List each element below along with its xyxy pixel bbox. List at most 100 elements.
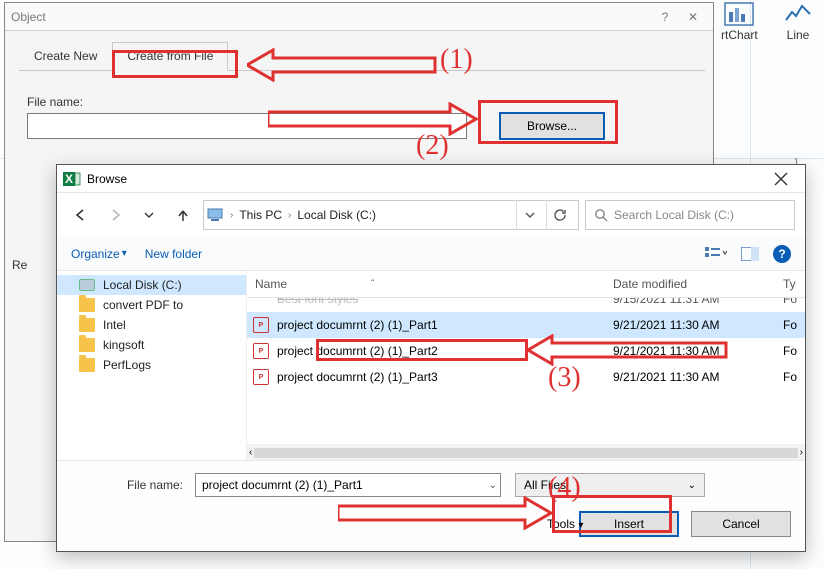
chevron-right-icon: › <box>230 210 233 221</box>
file-row[interactable]: project documrnt (2) (1)_Part1 9/21/2021… <box>247 312 805 338</box>
scroll-right-icon[interactable]: › <box>800 447 803 458</box>
column-type[interactable]: Ty <box>775 271 805 297</box>
nav-row: › This PC › Local Disk (C:) Search Local… <box>57 193 805 237</box>
scroll-left-icon[interactable]: ‹ <box>249 447 252 458</box>
object-tabs: Create New Create from File <box>19 41 705 71</box>
sidebar-item-label: Local Disk (C:) <box>103 278 182 292</box>
file-row-type: Fo <box>775 312 805 338</box>
annotation-number-4: (4) <box>548 472 581 504</box>
folder-icon <box>79 298 95 312</box>
file-list-body: Best font styles 9/15/2021 11:31 AM Fo p… <box>247 298 805 444</box>
browse-button-label: Browse... <box>527 119 577 133</box>
line-sparkline-icon <box>784 2 812 26</box>
address-bar[interactable]: › This PC › Local Disk (C:) <box>203 200 579 230</box>
folder-icon <box>79 358 95 372</box>
folder-icon <box>79 318 95 332</box>
file-list-header: Name ˆ Date modified Ty <box>247 271 805 298</box>
insert-button-label: Insert <box>614 517 644 531</box>
sidebar-item-label: convert PDF to <box>103 298 183 312</box>
ribbon-sparkline-line[interactable]: Line <box>784 2 812 42</box>
file-row-type: Fo <box>775 364 805 390</box>
cancel-button-label: Cancel <box>722 517 759 531</box>
refresh-button[interactable] <box>546 200 572 230</box>
folder-tree: Local Disk (C:) convert PDF to Intel kin… <box>57 271 247 460</box>
sidebar-item-label: Intel <box>103 318 126 332</box>
breadcrumb-this-pc[interactable]: This PC <box>239 208 282 222</box>
object-title: Object <box>11 10 651 24</box>
disk-icon <box>79 279 95 291</box>
annotation-number-1: (1) <box>440 44 473 76</box>
organize-button[interactable]: Organize ▾ <box>71 247 127 261</box>
file-row-date: 9/21/2021 11:30 AM <box>605 364 775 390</box>
pdf-file-icon <box>253 369 269 385</box>
sort-indicator-icon: ˆ <box>371 279 374 290</box>
file-name-combobox[interactable]: project documrnt (2) (1)_Part1 ⌄ <box>195 473 501 497</box>
file-row[interactable]: project documrnt (2) (1)_Part3 9/21/2021… <box>247 364 805 390</box>
column-date[interactable]: Date modified <box>605 271 775 297</box>
file-type-combobox[interactable]: All Files ⌄ <box>515 473 705 497</box>
new-folder-button[interactable]: New folder <box>145 247 202 261</box>
ribbon-line-label: Line <box>787 28 810 42</box>
sidebar-item-local-disk[interactable]: Local Disk (C:) <box>57 275 246 295</box>
chevron-down-icon[interactable]: ⌄ <box>489 480 497 491</box>
annotation-number-2: (2) <box>416 130 449 162</box>
recent-locations-button[interactable] <box>135 201 163 229</box>
close-icon[interactable] <box>763 166 799 192</box>
file-list: Name ˆ Date modified Ty Best font styles… <box>247 271 805 460</box>
partial-label: Re <box>12 258 27 272</box>
file-name-input[interactable] <box>27 113 467 139</box>
insert-button[interactable]: Insert <box>579 511 679 537</box>
file-name-label: File name: <box>71 478 189 492</box>
browse-footer: File name: project documrnt (2) (1)_Part… <box>57 460 805 551</box>
sidebar-item-intel[interactable]: Intel <box>57 315 246 335</box>
search-placeholder: Search Local Disk (C:) <box>614 208 734 222</box>
file-row-name: Best font styles <box>269 298 605 312</box>
horizontal-scrollbar[interactable]: ‹ › <box>247 444 805 460</box>
ribbon-pivotchart[interactable]: rtChart <box>721 2 758 42</box>
search-input[interactable]: Search Local Disk (C:) <box>585 200 795 230</box>
pdf-file-icon <box>253 317 269 333</box>
breadcrumb-local-disk[interactable]: Local Disk (C:) <box>297 208 376 222</box>
address-dropdown[interactable] <box>516 200 542 230</box>
sidebar-item-perflogs[interactable]: PerfLogs <box>57 355 246 375</box>
sidebar-item-kingsoft[interactable]: kingsoft <box>57 335 246 355</box>
excel-icon: X <box>63 170 81 188</box>
pdf-file-icon <box>253 343 269 359</box>
file-row-name: project documrnt (2) (1)_Part1 <box>269 312 605 338</box>
tools-button[interactable]: Tools ▾ <box>547 517 583 531</box>
sidebar-item-convert-pdf[interactable]: convert PDF to <box>57 295 246 315</box>
file-row-type: Fo <box>775 338 805 364</box>
file-row[interactable]: project documrnt (2) (1)_Part2 9/21/2021… <box>247 338 805 364</box>
view-options-button[interactable] <box>705 246 727 262</box>
browse-dialog: X Browse › This PC › Local Disk (C:) Sea… <box>56 164 806 552</box>
annotation-number-3: (3) <box>548 362 581 394</box>
search-icon <box>594 208 608 222</box>
tab-create-from-file[interactable]: Create from File <box>112 42 228 71</box>
chevron-right-icon: › <box>288 210 291 221</box>
preview-pane-button[interactable] <box>741 247 759 261</box>
browse-button[interactable]: Browse... <box>499 112 605 140</box>
object-titlebar: Object ? ✕ <box>5 3 713 31</box>
file-row-date: 9/15/2021 11:31 AM <box>605 298 775 312</box>
close-icon[interactable]: ✕ <box>679 10 707 24</box>
column-name[interactable]: Name <box>255 277 287 291</box>
sidebar-item-label: PerfLogs <box>103 358 151 372</box>
browse-title: Browse <box>87 172 763 186</box>
back-button[interactable] <box>67 201 95 229</box>
ribbon-pivotchart-label: rtChart <box>721 28 758 42</box>
command-row: Organize ▾ New folder ? <box>57 237 805 271</box>
help-icon[interactable]: ? <box>651 10 679 24</box>
forward-button[interactable] <box>101 201 129 229</box>
file-name-label: File name: <box>27 95 83 109</box>
file-row-name: project documrnt (2) (1)_Part2 <box>269 338 605 364</box>
file-row-date: 9/21/2021 11:30 AM <box>605 312 775 338</box>
pivotchart-icon <box>724 2 754 26</box>
folder-icon <box>79 338 95 352</box>
svg-text:X: X <box>65 172 73 186</box>
up-button[interactable] <box>169 201 197 229</box>
tab-create-new[interactable]: Create New <box>19 42 112 71</box>
help-icon[interactable]: ? <box>773 245 791 263</box>
cancel-button[interactable]: Cancel <box>691 511 791 537</box>
pc-icon <box>206 206 224 224</box>
file-row[interactable]: Best font styles 9/15/2021 11:31 AM Fo <box>247 298 805 312</box>
